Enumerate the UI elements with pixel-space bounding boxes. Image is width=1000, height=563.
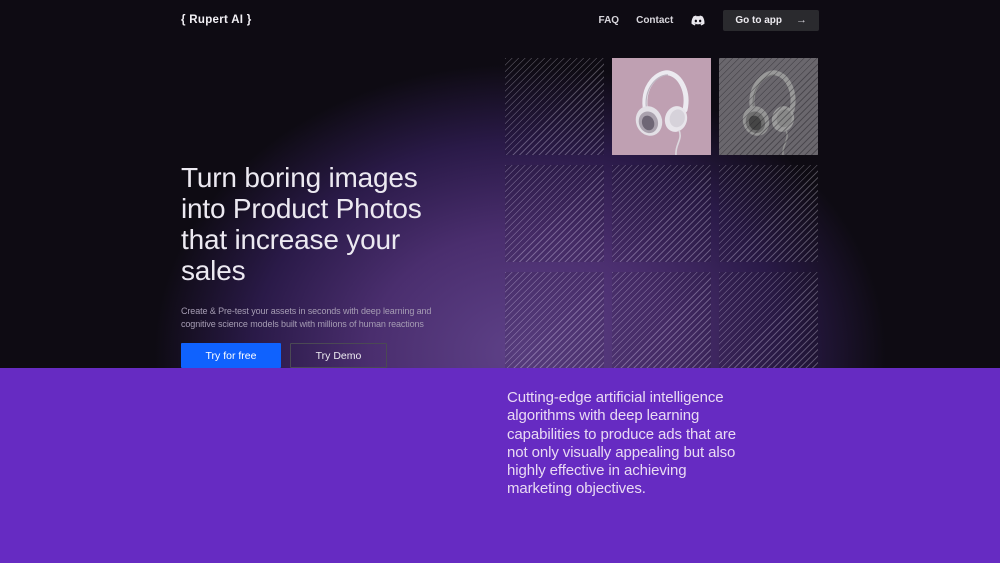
hero-cta-row: Try for free Try Demo — [181, 343, 387, 368]
nav-link-faq[interactable]: FAQ — [599, 15, 620, 26]
page: { Rupert AI } FAQ Contact Go to app → Tu… — [0, 0, 1000, 563]
gallery-tile-pattern — [719, 272, 818, 368]
brand-logo[interactable]: { Rupert AI } — [181, 14, 252, 26]
gallery-tile-pattern — [505, 165, 604, 262]
discord-icon[interactable] — [690, 14, 706, 27]
image-gallery-grid — [505, 58, 818, 368]
go-to-app-label: Go to app — [735, 15, 782, 26]
headphones-image — [719, 58, 818, 155]
gallery-tile-headphones-gray — [719, 58, 818, 155]
go-to-app-button[interactable]: Go to app → — [723, 10, 819, 31]
gallery-tile-pattern — [505, 58, 604, 155]
try-for-free-button[interactable]: Try for free — [181, 343, 281, 368]
hero-content: Turn boring images into Product Photos t… — [181, 30, 819, 368]
hero-section: { Rupert AI } FAQ Contact Go to app → Tu… — [0, 0, 1000, 368]
hero-heading: Turn boring images into Product Photos t… — [181, 162, 517, 286]
gallery-tile-pattern — [505, 272, 604, 368]
headphones-image — [612, 58, 711, 155]
header: { Rupert AI } FAQ Contact Go to app → — [181, 0, 819, 30]
gallery-tile-pattern — [719, 165, 818, 262]
feature-section: Cutting-edge artificial intelligence alg… — [0, 368, 1000, 563]
feature-text: Cutting-edge artificial intelligence alg… — [507, 389, 769, 499]
gallery-tile-pattern — [612, 272, 711, 368]
try-demo-button[interactable]: Try Demo — [290, 343, 387, 368]
gallery-tile-pattern — [612, 165, 711, 262]
hero-subheading: Create & Pre-test your assets in seconds… — [181, 305, 481, 330]
nav-link-contact[interactable]: Contact — [636, 15, 673, 26]
gallery-tile-headphones-pink — [612, 58, 711, 155]
arrow-right-icon: → — [796, 14, 807, 26]
main-nav: FAQ Contact Go to app → — [599, 10, 819, 31]
